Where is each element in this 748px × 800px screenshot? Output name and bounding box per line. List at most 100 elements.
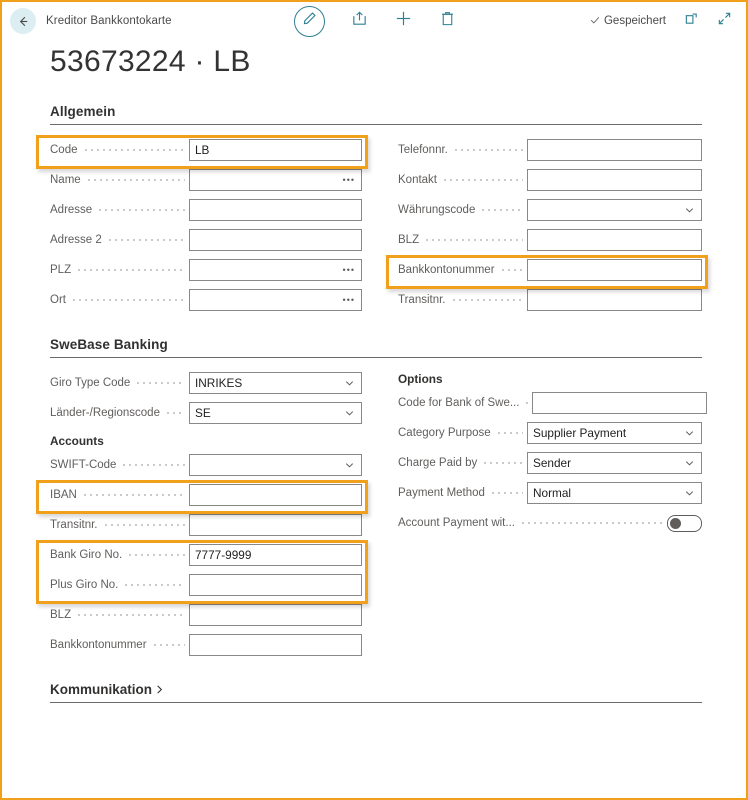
field-input-charge-paid-by[interactable]: Sender [527, 452, 702, 474]
field-input-name[interactable]: ••• [189, 169, 362, 191]
back-arrow-icon [16, 14, 31, 29]
field-row-telefonnr: Telefonnr. [398, 135, 702, 165]
expand-icon [717, 11, 732, 31]
field-label-charge-paid-by: Charge Paid by [398, 457, 478, 469]
field-input-adresse-2[interactable] [189, 229, 362, 251]
field-input-transitnr[interactable] [527, 289, 702, 311]
lookup-ellipsis-button[interactable]: ••• [343, 266, 355, 275]
edit-button[interactable] [294, 5, 325, 37]
lookup-ellipsis-button[interactable]: ••• [343, 176, 355, 185]
page-root: Kreditor Bankkontokarte Gespeichert 5367… [0, 0, 748, 800]
dot-leader [424, 235, 523, 245]
field-label-bank-giro-no: Bank Giro No. [50, 549, 123, 561]
field-row-plz: PLZ ••• [50, 255, 362, 285]
field-input-code-for-bank-of-swe[interactable] [532, 392, 708, 414]
toggle-account-payment-wit[interactable] [667, 514, 702, 532]
chevron-down-icon[interactable] [684, 458, 695, 469]
field-input-blz[interactable] [189, 604, 362, 626]
chevron-down-icon[interactable] [684, 428, 695, 439]
field-input-category-purpose[interactable]: Supplier Payment [527, 422, 702, 444]
field-label-transitnr: Transitnr. [50, 519, 98, 531]
field-label-transitnr: Transitnr. [398, 294, 446, 306]
field-row-wahrungscode: Währungscode [398, 195, 702, 225]
allgemein-left-column: Code LB Name ••• Adresse Adresse 2 PLZ ••• Ort ••… [50, 135, 376, 315]
lookup-ellipsis-button[interactable]: ••• [343, 296, 355, 305]
field-input-blz[interactable] [527, 229, 702, 251]
field-input-plus-giro-no[interactable] [189, 574, 362, 596]
group-header-allgemein[interactable]: Allgemein [50, 104, 702, 125]
field-input-wahrungscode[interactable] [527, 199, 702, 221]
field-input-transitnr[interactable] [189, 514, 362, 536]
dot-leader [452, 145, 523, 155]
field-label-adresse: Adresse [50, 204, 93, 216]
dot-leader [495, 428, 523, 438]
field-input-giro-type-code[interactable]: INRIKES [189, 372, 362, 394]
group-header-kommunikation[interactable]: Kommunikation [50, 682, 702, 703]
expand-button[interactable] [717, 11, 732, 31]
field-row-kontakt: Kontakt [398, 165, 702, 195]
field-label-blz: BLZ [50, 609, 72, 621]
pencil-icon [302, 11, 317, 31]
dot-leader [121, 460, 185, 470]
field-value-charge-paid-by: Sender [533, 456, 572, 470]
group-swebase-columns: Giro Type Code INRIKES Länder-/Regionscode… [50, 368, 708, 660]
field-label-swift-code: SWIFT-Code [50, 459, 117, 471]
field-input-plz[interactable]: ••• [189, 259, 362, 281]
field-input-iban[interactable] [189, 484, 362, 506]
chevron-down-icon[interactable] [684, 205, 695, 216]
field-input-payment-method[interactable]: Normal [527, 482, 702, 504]
swebase-left-column: Giro Type Code INRIKES Länder-/Regionscode… [50, 368, 376, 660]
command-bar-status: Gespeichert [589, 2, 732, 40]
field-input-bank-giro-no[interactable]: 7777-9999 [189, 544, 362, 566]
field-row-lander-regionscode: Länder-/Regionscode SE [50, 398, 362, 428]
dot-leader [480, 205, 523, 215]
field-value-giro-type-code: INRIKES [195, 376, 243, 390]
back-button[interactable] [10, 8, 36, 34]
field-row-bankkontonummer: Bankkontonummer [398, 255, 702, 285]
field-row-code: Code LB [50, 135, 362, 165]
field-row-bank-giro-no: Bank Giro No. 7777-9999 [50, 540, 362, 570]
field-row-swift-code: SWIFT-Code [50, 450, 362, 480]
share-icon [351, 10, 368, 32]
field-row-blz: BLZ [398, 225, 702, 255]
chevron-down-icon[interactable] [344, 408, 355, 419]
field-row-iban: IBAN [50, 480, 362, 510]
field-label-iban: IBAN [50, 489, 77, 501]
field-input-lander-regionscode[interactable]: SE [189, 402, 362, 424]
field-row-giro-type-code: Giro Type Code INRIKES [50, 368, 362, 398]
chevron-down-icon[interactable] [684, 488, 695, 499]
dot-leader [482, 458, 523, 468]
field-input-code[interactable]: LB [189, 139, 362, 161]
dot-leader [106, 235, 185, 245]
command-bar: Kreditor Bankkontokarte Gespeichert [2, 2, 746, 40]
plus-icon [394, 9, 413, 33]
field-input-kontakt[interactable] [527, 169, 702, 191]
open-in-new-window-button[interactable] [684, 11, 699, 31]
group-allgemein-columns: Code LB Name ••• Adresse Adresse 2 PLZ ••• Ort ••… [50, 135, 702, 315]
field-label-lander-regionscode: Länder-/Regionscode [50, 407, 160, 419]
field-label-bankkontonummer: Bankkontonummer [398, 264, 495, 276]
field-input-bankkontonummer[interactable] [189, 634, 362, 656]
field-input-ort[interactable]: ••• [189, 289, 362, 311]
dot-leader [102, 520, 185, 530]
group-header-swebase[interactable]: SweBase Banking [50, 337, 702, 358]
dot-leader [76, 265, 185, 275]
field-row-transitnr: Transitnr. [50, 510, 362, 540]
field-row-plus-giro-no: Plus Giro No. [50, 570, 362, 600]
dot-leader [82, 145, 185, 155]
field-input-telefonnr[interactable] [527, 139, 702, 161]
field-label-code: Code [50, 144, 78, 156]
breadcrumb[interactable]: Kreditor Bankkontokarte [46, 15, 172, 27]
new-button[interactable] [394, 9, 413, 33]
share-button[interactable] [351, 10, 368, 32]
chevron-down-icon[interactable] [344, 460, 355, 471]
field-input-swift-code[interactable] [189, 454, 362, 476]
chevron-down-icon[interactable] [344, 378, 355, 389]
field-row-adresse: Adresse [50, 195, 362, 225]
delete-button[interactable] [439, 10, 456, 32]
dot-leader [499, 265, 523, 275]
field-input-adresse[interactable] [189, 199, 362, 221]
kommunikation-label: Kommunikation [50, 682, 153, 697]
dot-leader [524, 398, 529, 408]
field-input-bankkontonummer[interactable] [527, 259, 702, 281]
